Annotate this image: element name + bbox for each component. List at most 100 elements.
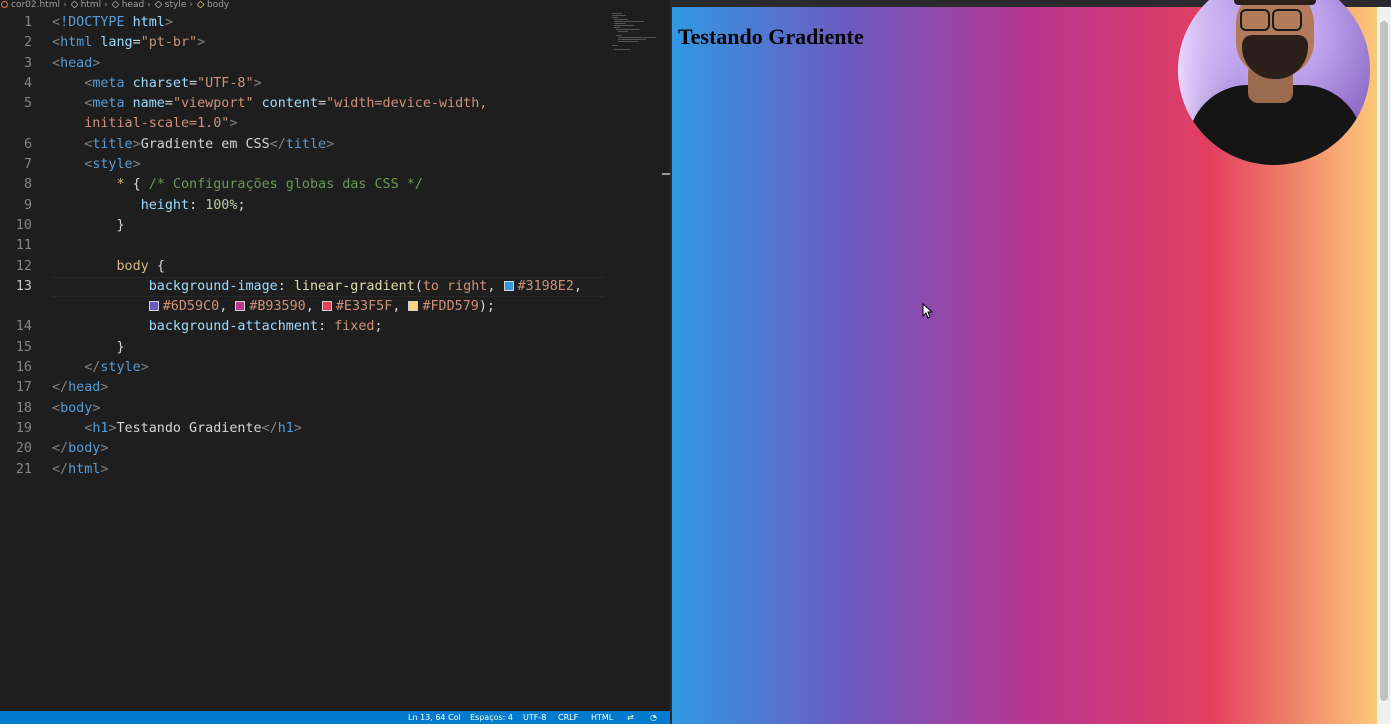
html-file-icon xyxy=(1,1,8,8)
line-number: 7 xyxy=(23,157,32,173)
line-text: </body> xyxy=(52,441,109,457)
code-line: 6 <title>Gradiente em CSS</title> xyxy=(0,135,610,155)
line-number: 15 xyxy=(15,339,32,355)
code-line: 21 </html> xyxy=(0,460,610,480)
line-number: 18 xyxy=(15,400,32,416)
code-line-current: 13 background-image: linear-gradient(to … xyxy=(0,276,610,298)
line-text: #6D59C0, #B93590, #E33F5F, #FDD579); xyxy=(52,297,495,317)
encoding[interactable]: UTF-8 xyxy=(523,711,546,724)
line-text: <head> xyxy=(52,55,101,71)
line-number: 4 xyxy=(23,75,32,91)
code-editor[interactable]: cor02.html › html › head › style › body 1 <!DOCTY… xyxy=(0,0,670,724)
chevron-right-icon: › xyxy=(147,0,151,10)
mouse-cursor-icon xyxy=(922,303,934,319)
line-text: <meta name="viewport" content="width=dev… xyxy=(84,96,488,112)
code-line: 20 </body> xyxy=(0,439,610,459)
line-number: 19 xyxy=(15,420,32,436)
breadcrumb-item-head[interactable]: head xyxy=(122,0,144,11)
line-number: 2 xyxy=(23,35,32,51)
code-line: 9 height: 100%; xyxy=(0,196,610,216)
line-number: 12 xyxy=(15,258,32,274)
line-text: background-attachment: fixed; xyxy=(148,319,383,335)
line-number: 20 xyxy=(15,441,32,457)
preview-scrollbar[interactable] xyxy=(1377,7,1391,724)
line-text: initial-scale=1.0"> xyxy=(84,116,238,132)
code-line: 11 xyxy=(0,236,610,256)
color-swatch[interactable] xyxy=(148,301,159,312)
line-text: </head> xyxy=(52,380,109,396)
line-text: background-image: linear-gradient(to rig… xyxy=(148,278,582,294)
color-swatch[interactable] xyxy=(235,301,246,312)
element-icon xyxy=(111,0,120,9)
line-text: <!DOCTYPE html> xyxy=(52,15,173,30)
scrollbar-marker xyxy=(662,173,670,175)
code-line: 10 } xyxy=(0,216,610,236)
code-line: 7 <style> xyxy=(0,155,610,175)
line-text: <body> xyxy=(52,400,101,416)
code-area[interactable]: 1 <!DOCTYPE html> 2 <html lang="pt-br"> 3 <… xyxy=(0,13,610,480)
line-number: 3 xyxy=(23,55,32,71)
code-line: 3 <head> xyxy=(0,54,610,74)
code-line: initial-scale=1.0"> xyxy=(0,114,610,134)
status-bar: Ln 13, 64 Col Espaços: 4 UTF-8 CRLF HTML… xyxy=(0,711,670,724)
code-line: 14 background-attachment: fixed; xyxy=(0,317,610,337)
page-heading: Testando Gradiente xyxy=(678,24,864,49)
code-line: 18 <body> xyxy=(0,399,610,419)
code-line: #6D59C0, #B93590, #E33F5F, #FDD579); xyxy=(0,297,610,317)
color-swatch[interactable] xyxy=(503,280,514,291)
language-mode[interactable]: HTML xyxy=(591,711,613,724)
chevron-right-icon: › xyxy=(104,0,108,10)
indentation[interactable]: Espaços: 4 xyxy=(470,711,513,724)
line-number: 9 xyxy=(23,197,32,213)
color-swatch[interactable] xyxy=(321,301,332,312)
code-line: 2 <html lang="pt-br"> xyxy=(0,33,610,53)
code-line: 15 } xyxy=(0,338,610,358)
line-number: 1 xyxy=(23,15,32,30)
chevron-right-icon: › xyxy=(189,0,193,10)
code-line: 1 <!DOCTYPE html> xyxy=(0,13,610,33)
line-number: 13 xyxy=(15,278,32,294)
code-line: 12 body { xyxy=(0,257,610,277)
element-icon xyxy=(70,0,79,9)
line-text: </style> xyxy=(84,360,149,376)
line-number: 21 xyxy=(15,461,32,477)
line-number: 11 xyxy=(15,238,32,254)
bell-icon[interactable]: ◔ xyxy=(650,711,657,724)
line-number: 16 xyxy=(15,360,32,376)
color-swatch[interactable] xyxy=(408,301,419,312)
line-text: <title>Gradiente em CSS</title> xyxy=(84,136,335,152)
chevron-right-icon: › xyxy=(62,0,67,10)
code-line: 5 <meta name="viewport" content="width=d… xyxy=(0,94,610,114)
line-ending[interactable]: CRLF xyxy=(558,711,578,724)
breadcrumb-item-html[interactable]: html xyxy=(81,0,102,11)
breadcrumb: cor02.html › html › head › style › body xyxy=(0,0,660,12)
line-text: <h1>Testando Gradiente</h1> xyxy=(84,420,302,436)
line-number: 14 xyxy=(15,319,32,335)
cursor-position[interactable]: Ln 13, 64 Col xyxy=(408,711,461,724)
line-number: 17 xyxy=(15,380,32,396)
line-text: body { xyxy=(116,258,165,274)
code-line: 4 <meta charset="UTF-8"> xyxy=(0,74,610,94)
code-line: 16 </style> xyxy=(0,358,610,378)
line-text: <html lang="pt-br"> xyxy=(52,35,206,51)
breadcrumb-file[interactable]: cor02.html xyxy=(11,0,60,11)
code-line: 19 <h1>Testando Gradiente</h1> xyxy=(0,419,610,439)
code-line: 17 </head> xyxy=(0,378,610,398)
element-icon xyxy=(154,0,163,9)
line-text: <style> xyxy=(84,157,141,173)
line-number: 10 xyxy=(15,217,32,233)
breadcrumb-item-body[interactable]: body xyxy=(207,0,229,11)
line-text: <meta charset="UTF-8"> xyxy=(84,75,262,91)
line-text: * { /* Configurações globas das CSS */ xyxy=(116,177,423,193)
webcam-overlay xyxy=(1178,0,1370,165)
code-line: 8 * { /* Configurações globas das CSS */ xyxy=(0,175,610,195)
line-text: } xyxy=(116,339,125,355)
scrollbar-thumb[interactable] xyxy=(1380,21,1388,701)
minimap[interactable] xyxy=(610,12,662,52)
line-number: 5 xyxy=(23,96,32,112)
feedback-icon[interactable]: ⇄ xyxy=(627,711,634,724)
line-text: height: 100%; xyxy=(140,197,246,213)
style-icon xyxy=(196,0,205,9)
line-number: 8 xyxy=(23,177,32,193)
breadcrumb-item-style[interactable]: style xyxy=(165,0,187,11)
